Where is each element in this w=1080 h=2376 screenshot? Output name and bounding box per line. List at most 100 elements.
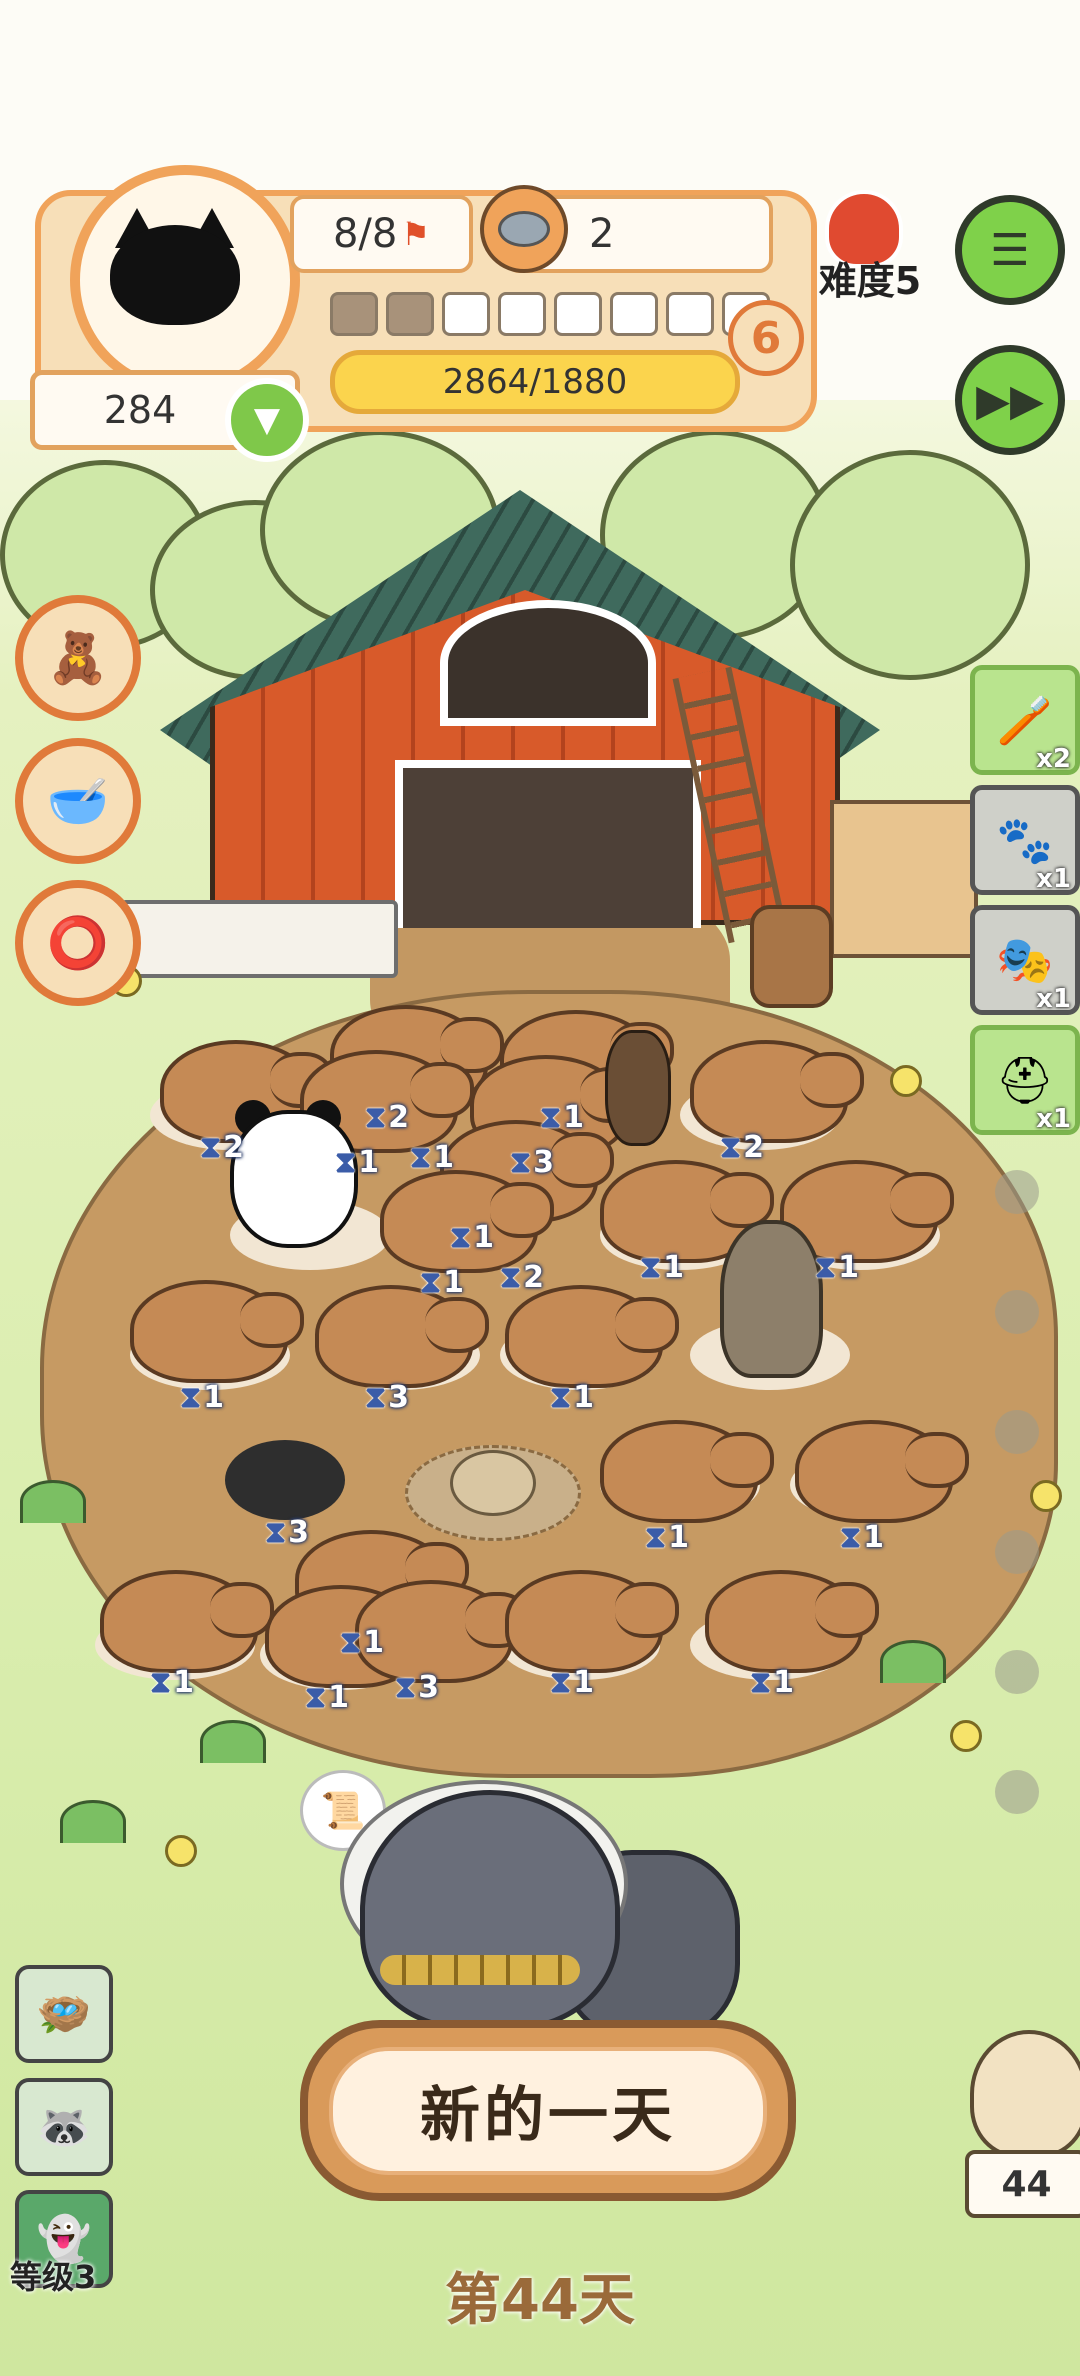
- hourglass-icon: ⧗: [510, 1145, 532, 1180]
- timer-value: 1: [433, 1140, 454, 1175]
- capybara[interactable]: [505, 1570, 679, 1673]
- hourglass-icon: ⧗: [645, 1520, 667, 1555]
- hourglass-timer: ⧗1: [550, 1380, 594, 1415]
- xp-bar: 2864/1880: [330, 350, 740, 414]
- hourglass-timer: ⧗1: [840, 1520, 884, 1555]
- progress-segment: [442, 292, 490, 336]
- item-green-hat[interactable]: ⛑ x1: [970, 1025, 1080, 1135]
- grass-tuft: [880, 1640, 946, 1683]
- flag-icon: ⚑: [401, 215, 431, 253]
- hourglass-icon: ⧗: [420, 1265, 442, 1300]
- hourglass-timer: ⧗1: [410, 1140, 454, 1175]
- level-label: 等级3: [10, 2258, 97, 2296]
- flower: [165, 1835, 197, 1867]
- hourglass-icon: ⧗: [150, 1665, 172, 1700]
- flag-count: 8/8: [332, 211, 398, 257]
- hourglass-timer: ⧗1: [150, 1665, 194, 1700]
- timer-value: 2: [388, 1100, 409, 1135]
- grass-tuft: [20, 1480, 86, 1523]
- capybara[interactable]: [130, 1280, 304, 1383]
- nest-icon: 🪺: [36, 1989, 92, 2040]
- capybara[interactable]: [600, 1420, 774, 1523]
- flower: [1030, 1480, 1062, 1512]
- hourglass-timer: ⧗1: [540, 1100, 584, 1135]
- timer-value: 1: [668, 1520, 689, 1555]
- capybara[interactable]: [315, 1285, 489, 1388]
- item-count: x1: [1036, 1104, 1071, 1134]
- hourglass-icon: ⧗: [640, 1250, 662, 1285]
- hourglass-icon: ⧗: [365, 1100, 387, 1135]
- hourglass-icon: ⧗: [720, 1130, 742, 1165]
- grass-tuft: [60, 1800, 126, 1843]
- hourglass-timer: ⧗3: [395, 1670, 439, 1705]
- hourglass-icon: ⧗: [340, 1625, 362, 1660]
- timer-value: 1: [203, 1380, 224, 1415]
- flag-counter: 8/8 ⚑: [290, 195, 473, 273]
- collar-tool-button[interactable]: ⭕: [15, 880, 141, 1006]
- hourglass-timer: ⧗2: [365, 1100, 409, 1135]
- barn-door[interactable]: [395, 760, 701, 928]
- hourglass-timer: ⧗1: [815, 1250, 859, 1285]
- bowl-count: 2: [589, 211, 615, 257]
- hourglass-icon: ⧗: [265, 1515, 287, 1550]
- hourglass-icon: ⧗: [540, 1100, 562, 1135]
- empty-slot-icon: [995, 1770, 1039, 1814]
- day-counter: 第44天: [445, 2268, 635, 2333]
- bowl-tool-button[interactable]: 🥣: [15, 738, 141, 864]
- empty-slot-icon: [995, 1530, 1039, 1574]
- progress-segment: [666, 292, 714, 336]
- owl[interactable]: [970, 2030, 1080, 2158]
- mole[interactable]: [225, 1440, 345, 1520]
- sparrow[interactable]: [450, 1450, 536, 1516]
- hourglass-timer: ⧗2: [720, 1130, 764, 1165]
- capybara[interactable]: [505, 1285, 679, 1388]
- hourglass-timer: ⧗1: [340, 1625, 384, 1660]
- food-bowl-icon: [480, 185, 568, 273]
- fast-forward-button[interactable]: ▶▶: [955, 345, 1065, 455]
- raccoon-button[interactable]: 🦝: [15, 2078, 113, 2176]
- capybara[interactable]: [795, 1420, 969, 1523]
- hourglass-icon: ⧗: [500, 1260, 522, 1295]
- timer-value: 3: [418, 1670, 439, 1705]
- hourglass-timer: ⧗1: [750, 1665, 794, 1700]
- flower: [890, 1065, 922, 1097]
- hourglass-icon: ⧗: [840, 1520, 862, 1555]
- raccoon-boss[interactable]: [360, 1790, 620, 2030]
- hourglass-timer: ⧗1: [450, 1220, 494, 1255]
- hourglass-timer: ⧗1: [305, 1680, 349, 1715]
- item-cat-food-bag[interactable]: 🐾 x1: [970, 785, 1080, 895]
- eagle[interactable]: [720, 1220, 823, 1378]
- toy-tool-button[interactable]: 🧸: [15, 595, 141, 721]
- timer-value: 1: [573, 1380, 594, 1415]
- bird-mask-icon: 🎭: [996, 932, 1054, 987]
- hourglass-icon: ⧗: [395, 1670, 417, 1705]
- hourglass-timer: ⧗1: [645, 1520, 689, 1555]
- bowl-icon: 🥣: [46, 771, 110, 830]
- item-count: x1: [1036, 864, 1071, 894]
- progress-segment: [330, 292, 378, 336]
- new-day-button[interactable]: 新的一天: [300, 2020, 796, 2201]
- timer-value: 1: [838, 1250, 859, 1285]
- progress-segment: [554, 292, 602, 336]
- hourglass-timer: ⧗1: [420, 1265, 464, 1300]
- item-brush[interactable]: 🪥 x2: [970, 665, 1080, 775]
- timer-value: 2: [523, 1260, 544, 1295]
- capybara[interactable]: [705, 1570, 879, 1673]
- toy-icon: 🧸: [46, 628, 110, 687]
- timer-value: 1: [328, 1680, 349, 1715]
- coin-count: 284: [103, 388, 177, 432]
- item-bird-mask[interactable]: 🎭 x1: [970, 905, 1080, 1015]
- timer-value: 1: [563, 1100, 584, 1135]
- progress-segment: [610, 292, 658, 336]
- progress-segment: [386, 292, 434, 336]
- capybara[interactable]: [690, 1040, 864, 1143]
- hourglass-timer: ⧗1: [550, 1665, 594, 1700]
- heart-shield-icon[interactable]: ▼: [225, 378, 309, 462]
- brush-icon: 🪥: [996, 692, 1054, 747]
- capybara[interactable]: [100, 1570, 274, 1673]
- menu-button[interactable]: ☰: [955, 195, 1065, 305]
- timer-value: 1: [663, 1250, 684, 1285]
- nest-button[interactable]: 🪺: [15, 1965, 113, 2063]
- ferret[interactable]: [605, 1030, 671, 1146]
- hourglass-timer: ⧗1: [640, 1250, 684, 1285]
